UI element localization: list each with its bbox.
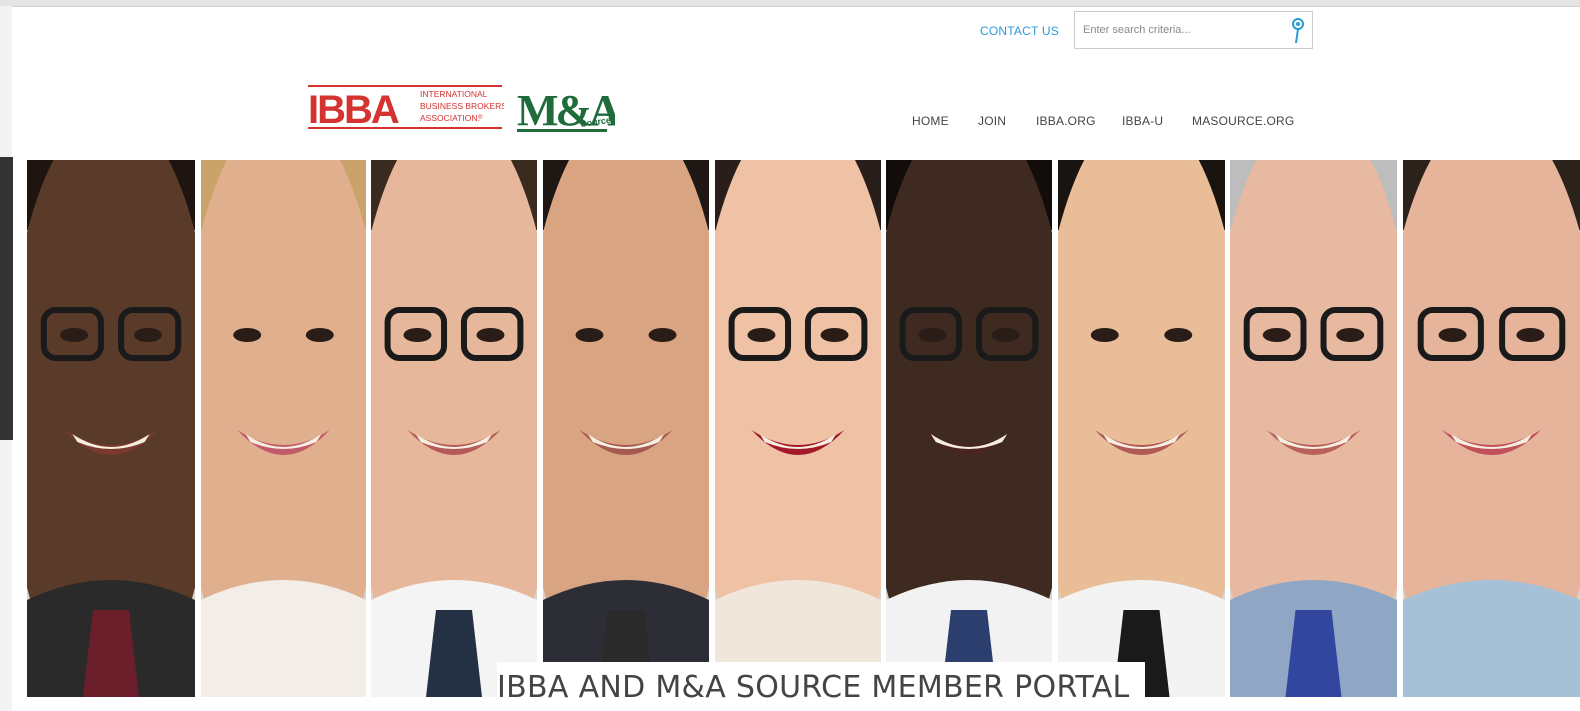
portrait-eye-right (991, 328, 1020, 342)
portrait-eye-left (403, 328, 432, 342)
portrait-eye-right (1516, 328, 1545, 342)
portrait-eye-right (305, 328, 334, 342)
portrait-image (715, 160, 881, 697)
portrait-image (371, 160, 537, 697)
ibba-logo[interactable]: IBBA INTERNATIONAL BUSINESS BROKERS ASSO… (308, 83, 504, 131)
search-icon[interactable] (1290, 17, 1306, 45)
ibba-logo-reg: ® (478, 114, 483, 121)
portrait-panel (371, 160, 537, 697)
portrait-panel (27, 160, 195, 697)
portrait-panel (1058, 160, 1225, 697)
portrait-eye-left (575, 328, 604, 342)
portrait-shirt (1403, 580, 1580, 697)
portrait-eye-left (747, 328, 776, 342)
portrait-eye-left (1262, 328, 1291, 342)
ibba-logo-mark: IBBA (308, 88, 399, 131)
hero-banner: IBBA AND M&A SOURCE MEMBER PORTAL (22, 160, 1580, 700)
ibba-logo-line1: INTERNATIONAL (420, 89, 488, 99)
nav-masource-org[interactable]: MASOURCE.ORG (1192, 114, 1294, 128)
top-rule (0, 0, 1580, 7)
ibba-logo-line2: BUSINESS BROKERS (420, 101, 504, 111)
portrait-eye-left (1090, 328, 1119, 342)
ibba-logo-line3: ASSOCIATION. (420, 113, 480, 123)
portrait-eye-left (233, 328, 262, 342)
nav-ibba-org[interactable]: IBBA.ORG (1036, 114, 1096, 128)
nav-ibba-u[interactable]: IBBA-U (1122, 114, 1163, 128)
portrait-eye-left (60, 328, 89, 342)
portrait-image (201, 160, 366, 697)
portrait-panel (543, 160, 709, 697)
portrait-image (543, 160, 709, 697)
portrait-eye-left (918, 328, 947, 342)
search-input[interactable] (1083, 20, 1283, 40)
nav-home[interactable]: HOME (912, 114, 949, 128)
search-box (1074, 11, 1313, 49)
portrait-image (27, 160, 195, 697)
nav-join[interactable]: JOIN (978, 114, 1006, 128)
portrait-image (886, 160, 1052, 697)
portrait-eye-right (1336, 328, 1365, 342)
portrait-panel (715, 160, 881, 697)
portrait-panel (1230, 160, 1397, 697)
portrait-panel (1403, 160, 1580, 697)
portrait-shirt (201, 580, 366, 697)
portrait-eye-right (648, 328, 677, 342)
portrait-image (1058, 160, 1225, 697)
portrait-image (1403, 160, 1580, 697)
portrait-eye-right (476, 328, 505, 342)
portrait-panel (886, 160, 1052, 697)
portrait-eye-right (1164, 328, 1193, 342)
portrait-panel (201, 160, 366, 697)
portrait-eye-right (820, 328, 849, 342)
site-header: CONTACT US IBBA INTERNATIONAL BUSINESS B… (12, 7, 1580, 160)
hero-title: IBBA AND M&A SOURCE MEMBER PORTAL (497, 662, 1145, 700)
contact-us-link[interactable]: CONTACT US (980, 24, 1059, 38)
left-side-tab[interactable] (0, 157, 13, 440)
portrait-eye-left (1438, 328, 1467, 342)
masource-logo[interactable]: M&A Source (517, 83, 615, 133)
portrait-eye-right (133, 328, 162, 342)
portrait-image (1230, 160, 1397, 697)
